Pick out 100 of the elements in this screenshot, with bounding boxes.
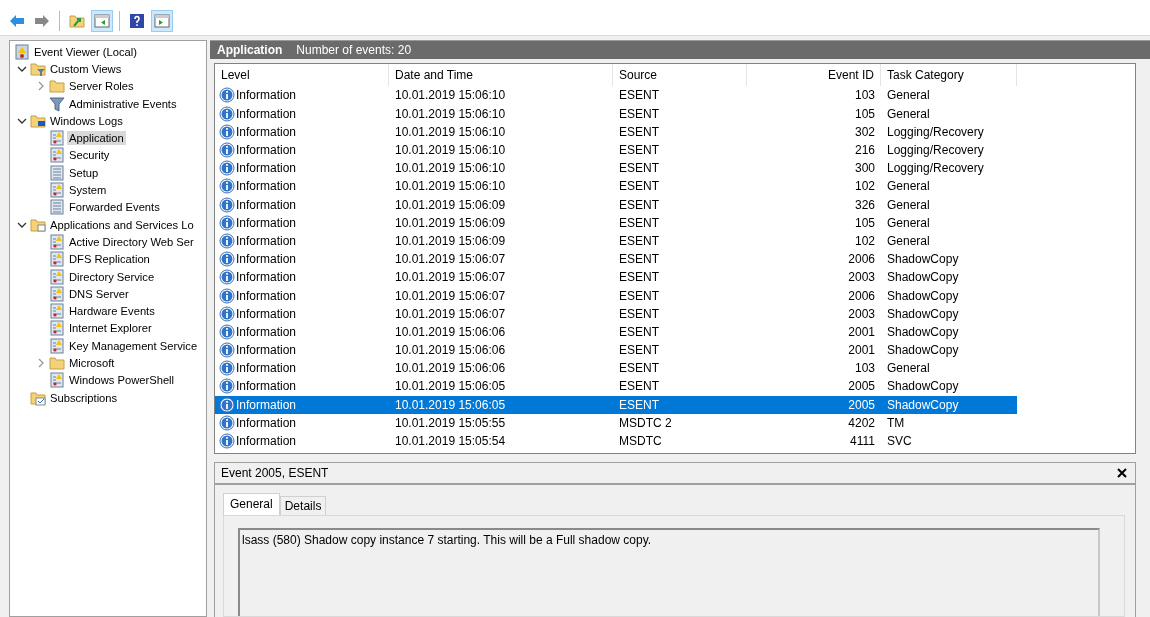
log-title: Application xyxy=(217,43,283,58)
table-cell: Information xyxy=(236,361,297,376)
table-cell-text: General xyxy=(886,87,931,105)
table-cell-text: 10.01.2019 15:06:07 xyxy=(394,269,507,287)
tree-item[interactable]: DFS Replication xyxy=(67,252,152,267)
table-cell-text: 10.01.2019 15:06:05 xyxy=(394,378,507,396)
log-icon xyxy=(49,372,65,389)
tree-item[interactable]: Hardware Events xyxy=(67,304,157,319)
tree-item[interactable]: Server Roles xyxy=(67,79,136,94)
tree-item[interactable]: Active Directory Web Ser xyxy=(67,234,196,249)
close-button[interactable] xyxy=(1115,466,1129,480)
info-icon xyxy=(219,105,235,122)
table-cell-text: 10.01.2019 15:06:10 xyxy=(394,105,507,123)
table-cell-text: ShadowCopy xyxy=(886,323,960,341)
info-icon xyxy=(219,160,235,177)
table-cell-text: ShadowCopy xyxy=(886,305,960,323)
table-cell-text: ShadowCopy xyxy=(886,342,960,360)
table-cell: Information xyxy=(236,306,297,321)
info-icon xyxy=(219,178,235,195)
tab[interactable]: Details xyxy=(279,496,327,515)
table-cell-text: 300 xyxy=(853,160,876,178)
log-icon xyxy=(49,337,65,354)
table-cell-text: 10.01.2019 15:06:06 xyxy=(394,360,507,378)
computer-folder-icon xyxy=(30,112,46,129)
table-cell-text: ESENT xyxy=(618,87,660,105)
table-cell-text: 10.01.2019 15:06:10 xyxy=(394,87,507,105)
table-cell: Information xyxy=(236,106,297,121)
info-icon xyxy=(219,214,235,231)
table-cell: Information xyxy=(236,252,297,267)
tree-item[interactable]: Application xyxy=(67,131,126,146)
tree-item[interactable]: Windows PowerShell xyxy=(67,373,177,388)
table-cell-text: ShadowCopy xyxy=(886,287,960,305)
tree-item[interactable]: Key Management Service xyxy=(67,338,200,353)
table-cell-text: General xyxy=(886,214,931,232)
tree-item[interactable]: Event Viewer (Local) xyxy=(32,44,139,59)
table-cell-text: 10.01.2019 15:06:07 xyxy=(394,305,507,323)
table-cell: Information xyxy=(236,88,297,103)
info-icon xyxy=(219,232,235,249)
info-icon xyxy=(219,251,235,268)
table-cell-text: Logging/Recovery xyxy=(886,142,985,160)
tree-item[interactable]: System xyxy=(67,183,109,197)
table-cell: 2005 xyxy=(747,395,881,414)
tree-item[interactable]: Forwarded Events xyxy=(67,200,162,215)
table-cell-text: General xyxy=(886,178,931,196)
table-cell-text: 10.01.2019 15:06:09 xyxy=(394,232,507,250)
column-header[interactable]: Task Category xyxy=(881,64,1017,87)
tree-item[interactable]: Subscriptions xyxy=(48,390,120,405)
table-cell-text: 105 xyxy=(853,105,876,123)
tree-item[interactable]: Directory Service xyxy=(67,269,157,284)
tree-item[interactable]: Custom Views xyxy=(48,61,124,76)
table-cell-text: ShadowCopy xyxy=(886,269,960,287)
event-count: Number of events: 20 xyxy=(296,43,412,58)
info-icon xyxy=(219,87,235,104)
log-icon xyxy=(49,303,65,320)
table-cell-text: ESENT xyxy=(618,323,660,341)
log-icon xyxy=(49,268,65,285)
table-cell-text: 216 xyxy=(853,142,876,160)
table-cell-text: 103 xyxy=(853,87,876,105)
table-cell-text: ESENT xyxy=(618,269,660,287)
table-cell: Information xyxy=(236,215,297,230)
table-cell-text: ESENT xyxy=(618,123,660,141)
event-viewer-icon xyxy=(14,43,30,60)
subscriptions-icon xyxy=(30,389,46,406)
table-cell-text: General xyxy=(886,105,931,123)
column-header[interactable]: Source xyxy=(613,64,747,87)
column-header[interactable]: Event ID xyxy=(747,64,881,87)
info-icon xyxy=(219,378,235,395)
tree-item[interactable]: Windows Logs xyxy=(48,113,125,128)
table-cell: ShadowCopy xyxy=(881,395,1017,414)
column-header[interactable]: Level xyxy=(215,64,389,87)
tree-item[interactable]: Applications and Services Lo xyxy=(48,217,196,232)
tree-item[interactable]: DNS Server xyxy=(67,286,131,301)
table-cell-text: 10.01.2019 15:06:09 xyxy=(394,196,507,214)
table-cell-text: ESENT xyxy=(618,342,660,360)
tree-item[interactable]: Setup xyxy=(67,165,101,180)
table-cell: Information xyxy=(236,397,297,412)
table-cell-text: ESENT xyxy=(618,178,660,196)
table-cell-text: 10.01.2019 15:06:07 xyxy=(394,251,507,269)
table-cell-text: ESENT xyxy=(618,378,660,396)
table-cell-text: 2005 xyxy=(847,378,876,396)
tree-item[interactable]: Security xyxy=(67,148,112,163)
message-box[interactable]: lsass (580) Shadow copy instance 7 starting. This will be a Full shadow copy. xyxy=(238,528,1100,616)
column-header[interactable]: Date and Time xyxy=(389,64,613,87)
table-cell-text: 2001 xyxy=(847,342,876,360)
table-cell-text: MSDTC xyxy=(618,433,663,451)
event-message: lsass (580) Shadow copy instance 7 starting. This will be a Full shadow copy. xyxy=(242,533,652,547)
tab[interactable]: General xyxy=(223,493,280,515)
table-cell-text: 10.01.2019 15:06:10 xyxy=(394,160,507,178)
table-cell-text: ESENT xyxy=(618,305,660,323)
table-cell-text: 102 xyxy=(853,178,876,196)
table-cell-text: 10.01.2019 15:06:07 xyxy=(394,287,507,305)
table-cell-text: MSDTC 2 xyxy=(618,414,673,432)
table-cell-text: 10.01.2019 15:06:09 xyxy=(394,214,507,232)
tree-item[interactable]: Internet Explorer xyxy=(67,321,154,336)
table-cell-text: 2001 xyxy=(847,323,876,341)
table-cell-text: ESENT xyxy=(618,105,660,123)
table-cell: Information xyxy=(236,379,297,394)
tree-item[interactable]: Administrative Events xyxy=(67,96,179,111)
log-icon xyxy=(49,130,65,147)
tree-item[interactable]: Microsoft xyxy=(67,356,117,370)
